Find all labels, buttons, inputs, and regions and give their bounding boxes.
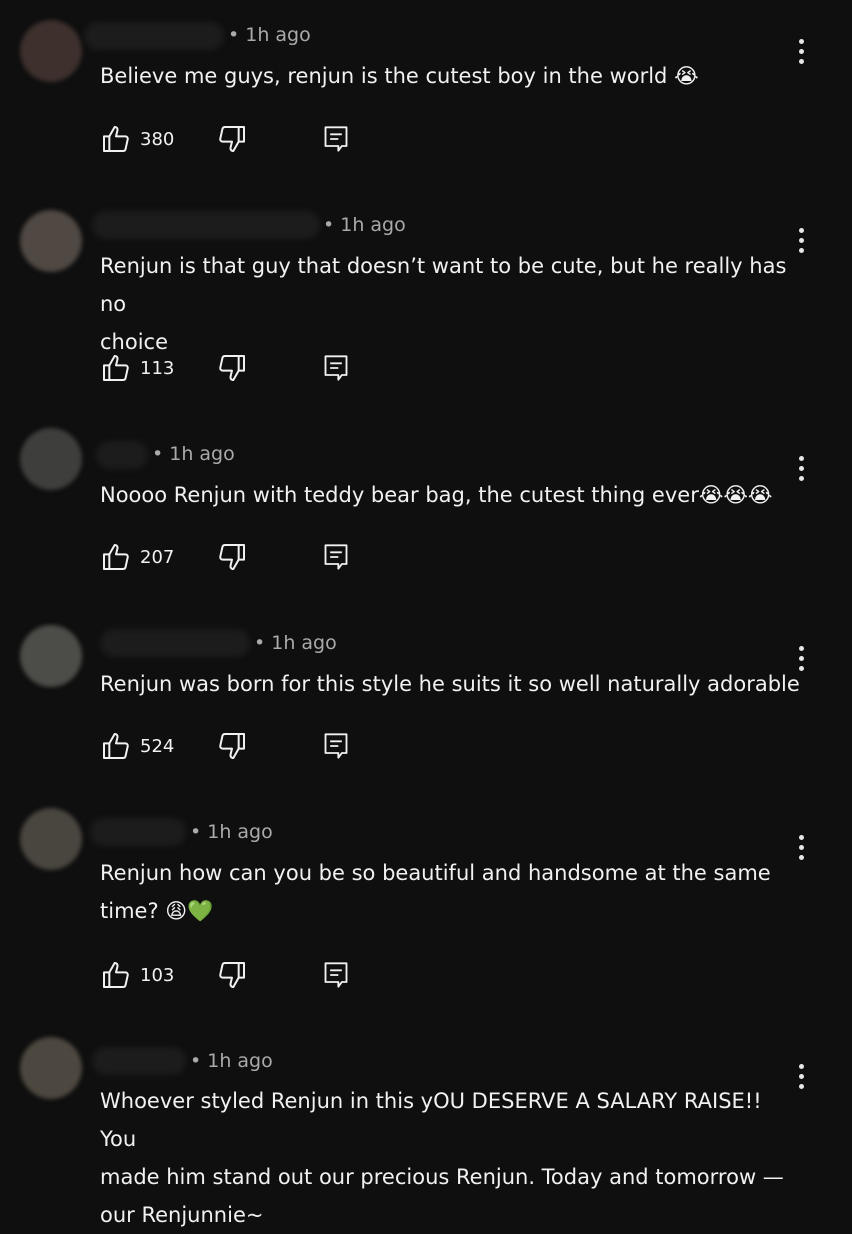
dislike-button[interactable] [216, 958, 248, 992]
thumbs-up-icon [103, 126, 129, 152]
comment-timestamp: • 1h ago [228, 24, 311, 46]
avatar[interactable] [20, 808, 82, 870]
thumbs-up-icon [103, 355, 129, 381]
reply-button[interactable] [322, 351, 350, 385]
like-button[interactable]: 207 [100, 540, 174, 574]
username-redacted[interactable] [96, 441, 148, 469]
like-button[interactable]: 380 [100, 122, 174, 156]
dislike-button[interactable] [216, 122, 248, 156]
comment-text: Renjun was born for this style he suits … [100, 672, 800, 696]
more-options-button[interactable] [790, 829, 812, 865]
reply-icon [324, 962, 348, 988]
more-options-button[interactable] [790, 640, 812, 676]
more-options-button[interactable] [790, 33, 812, 69]
username-redacted[interactable] [100, 629, 250, 657]
avatar[interactable] [20, 20, 82, 82]
like-count: 207 [140, 546, 175, 568]
like-count: 113 [140, 357, 175, 379]
comment-timestamp: • 1h ago [152, 443, 235, 465]
comment-text: Renjun is that guy that doesn’t want to … [100, 254, 787, 354]
comment-timestamp: • 1h ago [323, 214, 406, 236]
comment-actions: 113 [100, 351, 400, 385]
like-button[interactable]: 113 [100, 351, 174, 385]
reply-icon [324, 355, 348, 381]
comment-actions: 207 [100, 540, 400, 574]
thumbs-down-icon [219, 355, 245, 381]
reply-button[interactable] [322, 729, 350, 763]
reply-icon [324, 733, 348, 759]
avatar[interactable] [20, 210, 82, 272]
comment-text: Whoever styled Renjun in this yOU DESERV… [100, 1089, 784, 1227]
comment-timestamp: • 1h ago [254, 632, 337, 654]
dislike-button[interactable] [216, 540, 248, 574]
username-redacted[interactable] [92, 1047, 186, 1075]
thumbs-down-icon [219, 126, 245, 152]
comment-actions: 103 [100, 958, 400, 992]
thumbs-up-icon [103, 962, 129, 988]
more-options-button[interactable] [790, 450, 812, 486]
thumbs-up-icon [103, 733, 129, 759]
comment-text: Believe me guys, renjun is the cutest bo… [100, 64, 699, 88]
more-options-button[interactable] [790, 222, 812, 258]
reply-button[interactable] [322, 122, 350, 156]
comment-text: Noooo Renjun with teddy bear bag, the cu… [100, 483, 773, 507]
comment-actions: 524 [100, 729, 400, 763]
comment-text: Renjun how can you be so beautiful and h… [100, 861, 771, 923]
like-button[interactable]: 524 [100, 729, 174, 763]
like-count: 380 [140, 128, 175, 150]
reply-icon [324, 544, 348, 570]
avatar[interactable] [20, 1037, 82, 1099]
comment-timestamp: • 1h ago [190, 1050, 273, 1072]
reply-button[interactable] [322, 958, 350, 992]
avatar[interactable] [20, 428, 82, 490]
username-redacted[interactable] [90, 818, 186, 846]
username-redacted[interactable] [84, 22, 224, 50]
like-button[interactable]: 103 [100, 958, 174, 992]
thumbs-down-icon [219, 962, 245, 988]
thumbs-up-icon [103, 544, 129, 570]
comment-timestamp: • 1h ago [190, 821, 273, 843]
avatar[interactable] [20, 625, 82, 687]
dislike-button[interactable] [216, 351, 248, 385]
username-redacted[interactable] [92, 211, 320, 239]
dislike-button[interactable] [216, 729, 248, 763]
like-count: 103 [140, 964, 175, 986]
reply-button[interactable] [322, 540, 350, 574]
thumbs-down-icon [219, 733, 245, 759]
like-count: 524 [140, 735, 175, 757]
more-options-button[interactable] [790, 1058, 812, 1094]
comment-actions: 380 [100, 122, 400, 156]
reply-icon [324, 126, 348, 152]
thumbs-down-icon [219, 544, 245, 570]
